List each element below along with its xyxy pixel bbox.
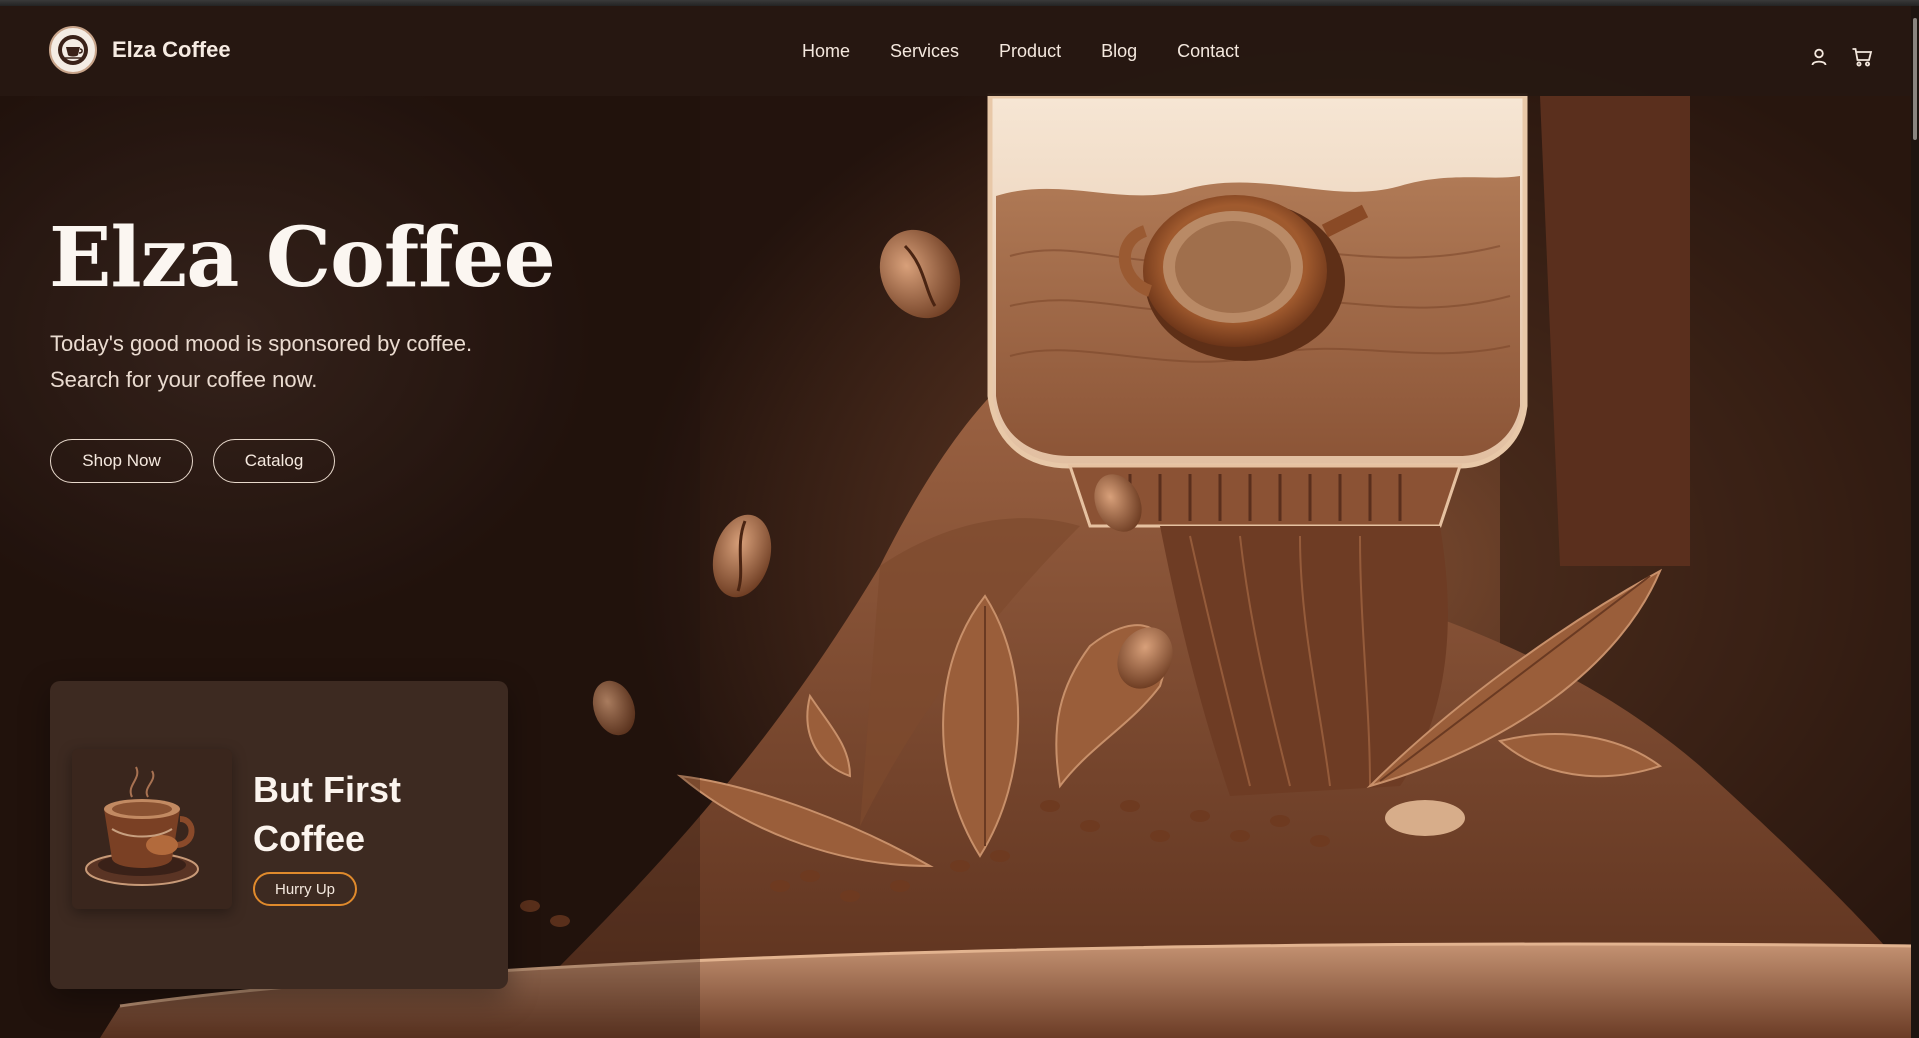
promo-title: But First Coffee xyxy=(253,769,401,859)
navbar: Elza Coffee Home Services Product Blog C… xyxy=(0,6,1919,96)
brand[interactable]: Elza Coffee xyxy=(49,26,231,74)
scrollbar-track[interactable] xyxy=(1911,6,1919,1038)
nav-link-home[interactable]: Home xyxy=(802,39,850,63)
user-icon[interactable] xyxy=(1806,44,1832,70)
nav-link-services[interactable]: Services xyxy=(890,39,959,63)
hero-subtitle: Today's good mood is sponsored by coffee… xyxy=(50,326,530,398)
hurry-up-button[interactable]: Hurry Up xyxy=(253,872,357,906)
nav-links: Home Services Product Blog Contact xyxy=(802,39,1279,63)
hero-buttons: Shop Now Catalog xyxy=(50,439,335,483)
hero-subtitle-line-2: Search for your coffee now. xyxy=(50,367,318,392)
browser-top-strip xyxy=(0,0,1919,6)
nav-link-product[interactable]: Product xyxy=(999,39,1061,63)
catalog-button[interactable]: Catalog xyxy=(213,439,335,483)
coffee-cup-logo-icon xyxy=(49,26,97,74)
nav-link-blog[interactable]: Blog xyxy=(1101,39,1137,63)
coffee-cup-image xyxy=(72,749,232,909)
nav-icons xyxy=(1806,44,1892,70)
hero-subtitle-line-1: Today's good mood is sponsored by coffee… xyxy=(50,331,473,356)
promo-card: But First Coffee Hurry Up xyxy=(50,681,508,989)
shop-now-button[interactable]: Shop Now xyxy=(50,439,193,483)
brand-name: Elza Coffee xyxy=(112,37,231,62)
cart-icon[interactable] xyxy=(1849,44,1875,70)
scrollbar-thumb[interactable] xyxy=(1913,18,1917,140)
nav-link-contact[interactable]: Contact xyxy=(1177,39,1239,63)
hero-title: Elza Coffee xyxy=(49,210,556,306)
